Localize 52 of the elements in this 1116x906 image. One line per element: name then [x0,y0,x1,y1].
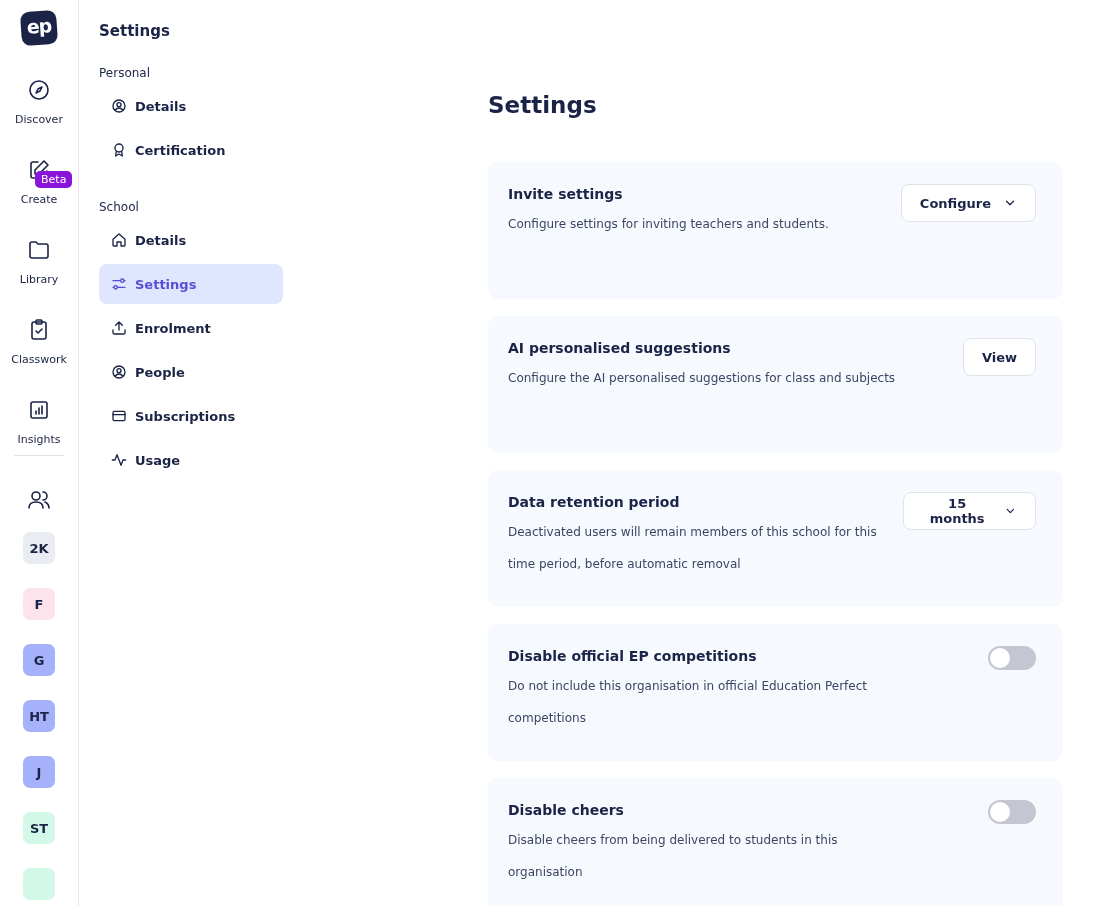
group-avatar[interactable]: J [23,756,55,788]
section-heading: School [99,200,140,214]
group-avatar[interactable]: G [23,644,55,676]
setting-description: Configure settings for inviting teachers and students. [508,216,829,233]
setting-title: Data retention period [508,494,681,510]
setting-title: Disable cheers [508,802,625,818]
rail-insights-link[interactable]: Insights [0,397,78,453]
setting-description: Disable cheers from being delivered to students in this organisation [508,832,839,881]
nav-item[interactable]: Settings [99,264,283,304]
rail-discover-link[interactable]: Discover [0,77,78,133]
setting-description: Do not include this organisation in official Education Perfect competitions [508,678,868,727]
sliders-icon [111,276,127,292]
home-icon [111,232,127,248]
group-avatar[interactable]: F [23,588,55,620]
setting-title: AI personalised suggestions [508,340,732,356]
rail-create-link[interactable]: Beta Create [0,157,78,213]
nav-item[interactable]: Usage [99,440,283,480]
nav-item[interactable]: Enrolment [99,308,283,348]
upload-icon [111,320,127,336]
nav-item[interactable]: People [99,352,283,392]
group-avatar[interactable]: 2K [23,532,55,564]
group-avatar[interactable]: HT [23,700,55,732]
toggle-switch[interactable] [988,646,1036,670]
nav-title: Settings [99,22,171,40]
user-circle-icon [111,98,127,114]
page-title: Settings [488,92,598,118]
section-heading: Personal [99,66,151,80]
setting-title: Disable official EP competitions [508,648,758,664]
award-icon [111,142,127,158]
dropdown-button[interactable]: Configure [900,184,1036,222]
bar-chart-icon [27,398,51,422]
rail-classwork-link[interactable]: Classwork [0,317,78,373]
setting-description: Configure the AI personalised suggestions for class and subjects [508,370,896,387]
beta-badge: Beta [35,171,73,188]
nav-item[interactable]: Details [99,220,283,260]
group-avatar[interactable]: ST [23,812,55,844]
rail-library-link[interactable]: Library [0,237,78,293]
activity-icon [111,452,127,468]
compass-icon [27,78,51,102]
toggle-switch[interactable] [988,800,1036,824]
setting-title: Invite settings [508,186,624,202]
logo[interactable]: ep [19,9,59,47]
view-button[interactable]: View [962,338,1036,376]
nav-item[interactable]: Certification [99,130,283,170]
nav-item[interactable]: Details [99,86,283,126]
group-avatar[interactable] [23,868,55,900]
user-circle-icon [111,364,127,380]
folder-icon [27,238,51,262]
credit-card-icon [111,408,127,424]
nav-item[interactable]: Subscriptions [99,396,283,436]
setting-description: Deactivated users will remain members of this school for this time period, before automatic removal [508,524,878,573]
dropdown-button[interactable]: 15 months [903,492,1036,530]
